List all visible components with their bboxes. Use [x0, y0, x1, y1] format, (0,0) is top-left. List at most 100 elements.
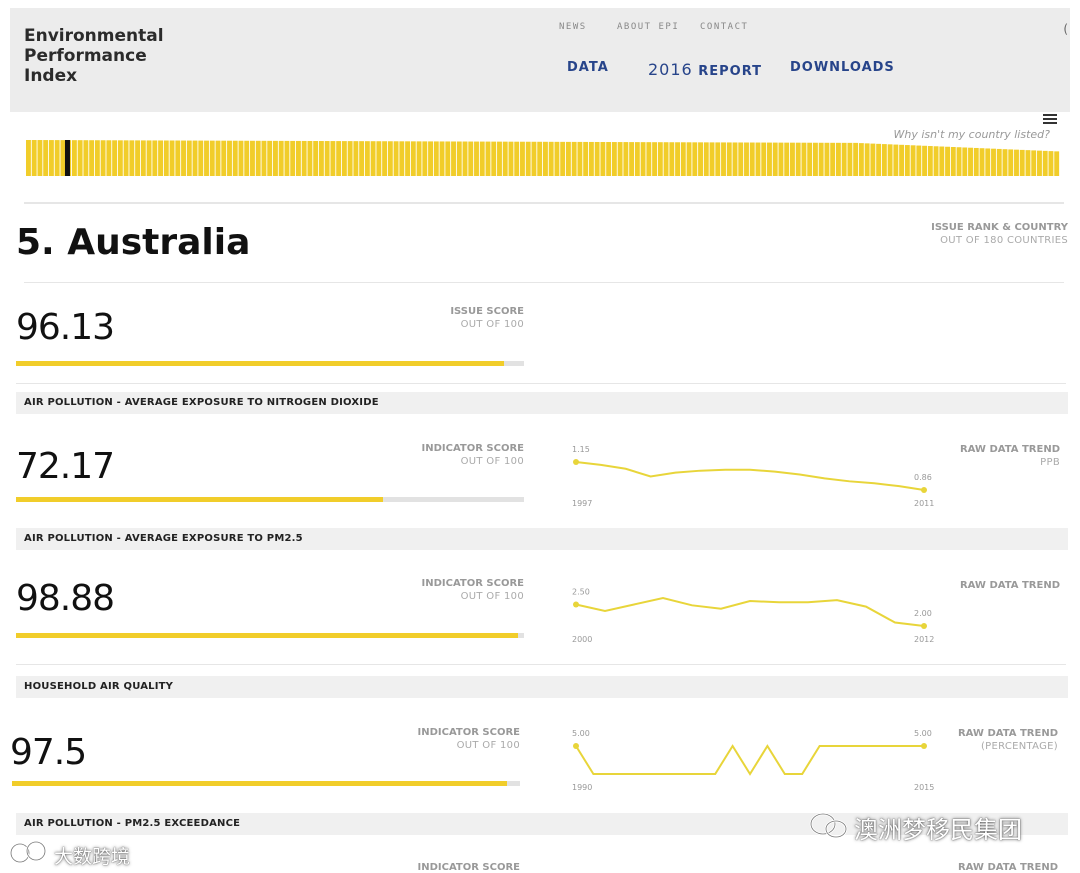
- rank-strip-bar[interactable]: [227, 140, 232, 176]
- rank-strip-bar[interactable]: [577, 141, 583, 176]
- rank-strip-bar[interactable]: [761, 142, 767, 176]
- rank-strip-bar[interactable]: [387, 141, 393, 176]
- rank-strip-bar[interactable]: [135, 140, 141, 176]
- rank-strip-bar[interactable]: [232, 140, 238, 176]
- rank-strip-bar[interactable]: [744, 142, 749, 177]
- rank-strip-bar[interactable]: [370, 141, 376, 176]
- nav-data-link[interactable]: DATA: [567, 60, 609, 75]
- rank-strip-bar[interactable]: [112, 140, 118, 176]
- rank-strip-bar[interactable]: [508, 141, 514, 176]
- rank-strip-bar[interactable]: [77, 140, 83, 176]
- rank-strip-bar[interactable]: [996, 148, 1002, 176]
- rank-strip-bar[interactable]: [445, 141, 451, 176]
- rank-strip-bar[interactable]: [698, 142, 703, 176]
- rank-strip-bar[interactable]: [795, 142, 801, 176]
- rank-strip-bar[interactable]: [812, 142, 818, 176]
- rank-strip-bar[interactable]: [571, 141, 577, 176]
- rank-strip-bar[interactable]: [772, 142, 778, 176]
- rank-strip-bar[interactable]: [284, 140, 290, 176]
- rank-strip-bar[interactable]: [899, 144, 905, 176]
- rank-strip-bar[interactable]: [54, 140, 60, 176]
- rank-strip-bar[interactable]: [956, 147, 962, 176]
- nav-downloads-link[interactable]: DOWNLOADS: [790, 60, 895, 75]
- site-logo[interactable]: Environmental Performance Index: [24, 26, 164, 86]
- rank-strip-bar[interactable]: [221, 140, 227, 176]
- rank-strip-bar[interactable]: [330, 141, 336, 176]
- rank-strip-bar[interactable]: [48, 140, 54, 176]
- rank-strip-bar[interactable]: [152, 140, 158, 176]
- rank-strip-bar[interactable]: [847, 142, 853, 176]
- rank-strip-bar[interactable]: [364, 141, 370, 176]
- rank-strip-bar[interactable]: [669, 142, 675, 176]
- rank-strip-bar[interactable]: [307, 140, 313, 176]
- rank-strip-bar[interactable]: [422, 141, 428, 176]
- rank-strip-bar[interactable]: [71, 140, 77, 176]
- rank-strip-bar[interactable]: [755, 142, 761, 176]
- rank-strip-bar[interactable]: [732, 142, 738, 176]
- rank-strip-bar[interactable]: [215, 140, 221, 176]
- rank-strip-bar[interactable]: [554, 141, 560, 176]
- rank-strip-bar[interactable]: [985, 148, 991, 176]
- rank-strip-bar[interactable]: [1042, 150, 1048, 176]
- rank-strip-bar[interactable]: [726, 142, 732, 176]
- rank-strip-bar[interactable]: [158, 140, 164, 176]
- rank-strip-bar[interactable]: [991, 148, 996, 176]
- rank-strip-bar[interactable]: [617, 142, 623, 176]
- rank-strip-bar[interactable]: [939, 146, 945, 176]
- rank-strip-bar[interactable]: [749, 142, 755, 176]
- rank-strip-bar[interactable]: [181, 140, 186, 176]
- rank-strip-bar[interactable]: [1014, 149, 1019, 176]
- rank-strip-bar[interactable]: [1037, 150, 1042, 176]
- rank-strip-bar[interactable]: [910, 145, 916, 176]
- rank-strip-bar[interactable]: [163, 140, 169, 176]
- rank-strip-bar[interactable]: [244, 140, 250, 176]
- rank-strip-bar[interactable]: [451, 141, 456, 176]
- rank-strip-bar[interactable]: [652, 142, 658, 176]
- rank-strip-bar[interactable]: [778, 142, 784, 176]
- rank-strip-bar[interactable]: [37, 140, 43, 176]
- rank-strip-bar[interactable]: [347, 141, 353, 176]
- rank-strip-bar[interactable]: [204, 140, 209, 176]
- rank-strip-bar[interactable]: [680, 142, 686, 176]
- rank-strip-bar[interactable]: [835, 142, 841, 176]
- rank-strip-bar[interactable]: [818, 142, 824, 176]
- rank-strip-bar[interactable]: [887, 144, 893, 176]
- rank-strip-bar[interactable]: [767, 142, 772, 176]
- rank-strip-bar[interactable]: [186, 140, 192, 176]
- rank-strip-bar[interactable]: [520, 141, 525, 176]
- rank-strip-bar[interactable]: [399, 141, 405, 176]
- rank-strip-bar[interactable]: [491, 141, 497, 176]
- rank-strip-bar[interactable]: [560, 141, 566, 176]
- rank-strip-bar[interactable]: [594, 141, 600, 176]
- rank-strip-bar[interactable]: [479, 141, 485, 176]
- rank-strip-bar[interactable]: [169, 140, 175, 177]
- rank-strip-bar[interactable]: [801, 142, 807, 176]
- rank-strip-bar[interactable]: [790, 142, 795, 176]
- rank-strip-bar[interactable]: [1048, 151, 1054, 176]
- rank-strip-bar[interactable]: [548, 141, 554, 176]
- rank-strip-bar[interactable]: [904, 145, 910, 176]
- rank-strip-bar[interactable]: [881, 144, 887, 176]
- rank-strip-bar[interactable]: [807, 142, 813, 176]
- rank-strip-bar[interactable]: [623, 142, 629, 176]
- rank-strip-bar[interactable]: [876, 143, 882, 176]
- rank-strip-bar[interactable]: [1054, 151, 1060, 176]
- rank-strip-bar[interactable]: [611, 142, 617, 176]
- rank-strip-bar[interactable]: [646, 142, 652, 176]
- rank-strip-bar[interactable]: [537, 141, 543, 176]
- rank-strip-bar[interactable]: [474, 141, 479, 176]
- rank-strip-bar[interactable]: [428, 141, 433, 176]
- rank-strip-bar[interactable]: [456, 141, 462, 177]
- rank-strip-bar[interactable]: [1002, 149, 1008, 176]
- rank-strip-bar[interactable]: [175, 140, 181, 176]
- rank-strip-bar[interactable]: [1025, 150, 1031, 176]
- rank-strip-bar[interactable]: [468, 141, 474, 176]
- rank-strip-bar[interactable]: [267, 140, 273, 176]
- rank-strip-bar[interactable]: [117, 140, 123, 176]
- rank-strip-bar[interactable]: [485, 141, 491, 176]
- rank-strip-bar[interactable]: [583, 141, 589, 176]
- rank-strip-bar[interactable]: [43, 140, 49, 176]
- rank-strip-bar[interactable]: [198, 140, 204, 176]
- rank-strip-bar[interactable]: [238, 140, 244, 176]
- rank-strip-bar[interactable]: [968, 147, 973, 176]
